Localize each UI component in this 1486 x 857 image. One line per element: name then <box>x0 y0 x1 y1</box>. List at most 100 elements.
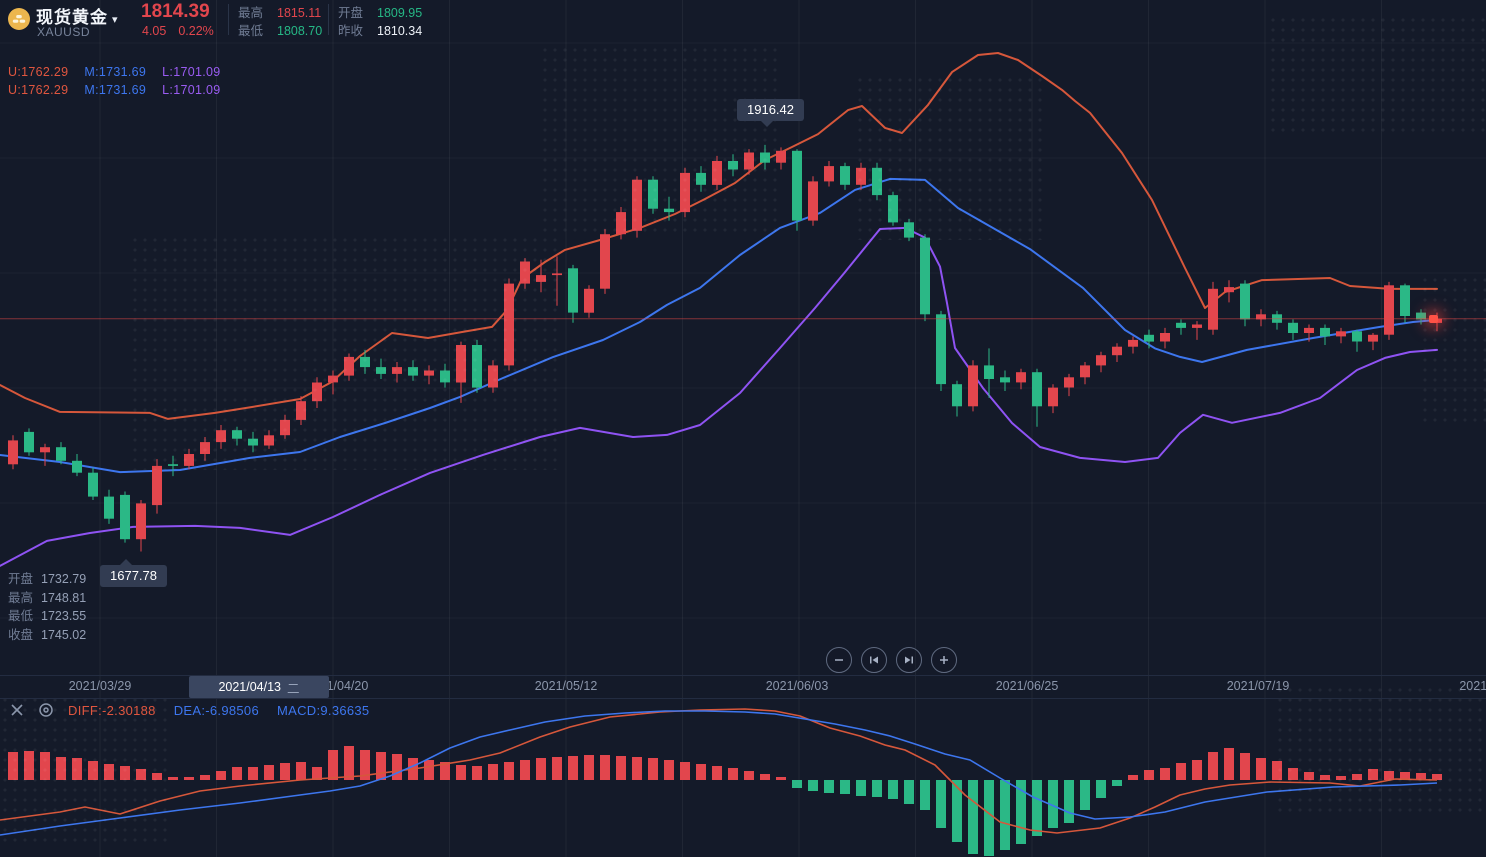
chart-element <box>88 473 98 497</box>
chart-element <box>664 209 674 212</box>
x-axis-date: 2021/07/19 <box>1227 679 1290 693</box>
header-stat: 昨收1810.34 <box>338 22 422 40</box>
chart-element <box>920 780 930 810</box>
stat-label: 最高 <box>238 4 271 22</box>
chart-element <box>776 151 786 163</box>
chart-element <box>872 168 882 195</box>
last-price-marker <box>1429 315 1438 323</box>
ohlc-value: 1723.55 <box>41 609 86 623</box>
chart-element <box>216 430 226 442</box>
boll-band-value: U:1762.29 <box>8 65 68 79</box>
chart-element <box>168 777 178 780</box>
chart-element <box>696 764 706 780</box>
chart-element <box>1400 285 1410 316</box>
chart-element <box>8 440 18 464</box>
stat-value: 1808.70 <box>277 22 322 40</box>
chart-element <box>488 764 498 780</box>
macd-diff-value: DIFF:-2.30188 <box>68 703 156 718</box>
x-axis-date: 2021/05/12 <box>535 679 598 693</box>
chart-element <box>536 758 546 780</box>
chart-element <box>1304 328 1314 333</box>
chart-element <box>1176 323 1186 328</box>
chart-element <box>8 752 18 780</box>
chart-element <box>1256 758 1266 780</box>
chart-element <box>744 153 754 170</box>
chevron-down-icon: ▾ <box>112 14 119 26</box>
chart-element <box>328 376 338 383</box>
chart-element <box>312 383 322 402</box>
chart-element <box>1112 347 1122 356</box>
chart-element <box>1368 769 1378 780</box>
chart-element <box>776 777 786 780</box>
chart-element <box>712 766 722 780</box>
chart-element <box>648 758 658 780</box>
ohlc-label: 收盘 <box>8 628 33 642</box>
ohlc-row: 开盘1732.79 <box>8 570 86 589</box>
zoom-out-button[interactable] <box>826 647 852 673</box>
chart-element <box>824 166 834 181</box>
chart-element <box>856 780 866 796</box>
chart-element <box>808 181 818 220</box>
chart-element <box>792 780 802 788</box>
chart-element <box>888 195 898 222</box>
chart-element <box>1016 372 1026 382</box>
chart-element <box>472 766 482 780</box>
chart-element <box>168 464 178 466</box>
chart-element <box>1208 752 1218 780</box>
chart-element <box>296 401 306 420</box>
stat-value: 1815.11 <box>277 4 321 22</box>
chart-element <box>1240 753 1250 780</box>
header-stat: 最高 1815.11 <box>238 4 322 22</box>
header-stat: 最低1808.70 <box>238 22 322 40</box>
chart-element <box>1192 325 1202 328</box>
main-chart[interactable] <box>0 0 1486 857</box>
change-percent: 0.22% <box>178 24 213 38</box>
chart-element <box>424 760 434 780</box>
boll-legend-row-2: U:1762.29M:1731.69L:1701.09 <box>8 83 236 97</box>
macd-indicator-header: DIFF:-2.30188 DEA:-6.98506 MACD:9.36635 <box>10 702 387 718</box>
ohlc-row: 最低1723.55 <box>8 607 86 626</box>
stat-value: 1810.34 <box>377 22 422 40</box>
chart-element <box>1336 776 1346 780</box>
chart-element <box>1144 770 1154 780</box>
low-price-tooltip: 1677.78 <box>100 565 167 587</box>
selected-date-weekday: 二 <box>287 678 300 697</box>
tooltip-arrow <box>761 121 773 127</box>
chart-element <box>1080 365 1090 377</box>
selected-date-text: 2021/04/13 <box>218 680 281 694</box>
chart-element <box>1032 372 1042 406</box>
chart-element <box>600 755 610 780</box>
chart-element <box>568 756 578 780</box>
chart-element <box>648 180 658 209</box>
zoom-in-button[interactable] <box>931 647 957 673</box>
chart-element <box>728 161 738 170</box>
skip-forward-button[interactable] <box>896 647 922 673</box>
chart-element <box>1160 333 1170 342</box>
chart-element <box>440 371 450 383</box>
chart-element <box>1096 780 1106 798</box>
indicator-settings-target-icon[interactable] <box>38 702 54 718</box>
chart-element <box>968 780 978 854</box>
chart-element <box>1368 335 1378 342</box>
chart-element <box>152 773 162 780</box>
chart-element <box>1128 775 1138 780</box>
boll-band-value: L:1701.09 <box>162 83 220 97</box>
chart-element <box>1240 284 1250 320</box>
chart-element <box>840 780 850 794</box>
chart-element <box>344 357 354 376</box>
chart-element <box>88 761 98 780</box>
chart-element <box>376 752 386 780</box>
chart-element <box>1352 774 1362 780</box>
close-indicator-icon[interactable] <box>10 703 24 717</box>
chart-element <box>72 758 82 780</box>
chart-element <box>120 495 130 539</box>
chart-element <box>1384 771 1394 780</box>
chart-element <box>1112 780 1122 786</box>
chart-element <box>296 762 306 780</box>
chart-element <box>520 262 530 284</box>
x-axis-date: 2021/ <box>1459 679 1486 693</box>
skip-back-button[interactable] <box>861 647 887 673</box>
chart-element <box>264 765 274 780</box>
chart-element <box>632 757 642 780</box>
chart-element <box>0 179 1437 472</box>
